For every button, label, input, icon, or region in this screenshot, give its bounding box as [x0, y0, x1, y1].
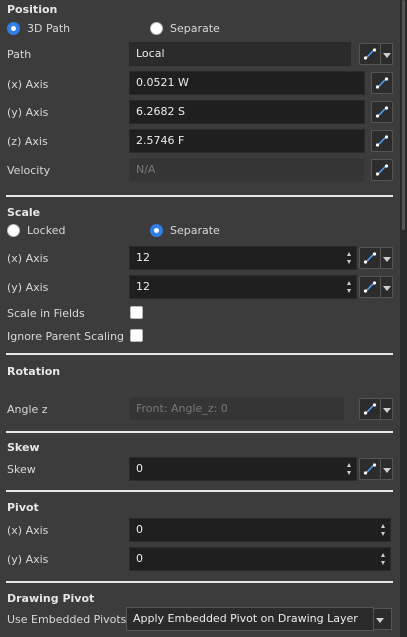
position-x-function-button[interactable]: [371, 72, 393, 94]
pivot-y-value: 0: [136, 552, 143, 565]
scale-x-value: 12: [136, 251, 150, 264]
scale-x-label: (x) Axis: [7, 252, 49, 265]
scale-y-value: 12: [136, 280, 150, 293]
function-curve-icon: [363, 252, 377, 264]
pivot-x-input[interactable]: 0: [129, 518, 391, 542]
rotation-header: Rotation: [7, 365, 61, 378]
scale-y-label: (y) Axis: [7, 281, 49, 294]
function-curve-icon: [375, 135, 389, 147]
scale-in-fields-label: Scale in Fields: [7, 307, 85, 320]
radio-scale-separate-label[interactable]: Separate: [170, 224, 220, 237]
skew-input[interactable]: 0: [129, 457, 357, 481]
path-function-dropdown[interactable]: [381, 43, 393, 65]
function-curve-icon: [363, 48, 377, 60]
use-embedded-pivots-label: Use Embedded Pivots: [7, 613, 127, 626]
angle-z-function-dropdown[interactable]: [381, 398, 393, 420]
position-y-input[interactable]: 6.2682 S: [129, 100, 365, 124]
chevron-down-icon[interactable]: [374, 608, 392, 630]
position-z-label: (z) Axis: [7, 135, 48, 148]
divider: [6, 195, 393, 197]
function-curve-icon: [363, 463, 377, 475]
scale-y-function-dropdown[interactable]: [381, 276, 393, 298]
function-curve-icon: [375, 164, 389, 176]
function-curve-icon: [375, 77, 389, 89]
function-curve-icon: [363, 281, 377, 293]
radio-3d-path-label[interactable]: 3D Path: [27, 22, 70, 35]
velocity-input: N/A: [129, 158, 365, 182]
path-dropdown[interactable]: Local: [129, 42, 351, 66]
skew-function-dropdown[interactable]: [381, 458, 393, 480]
angle-z-input: Front: Angle_z: 0: [129, 397, 345, 421]
angle-z-function-button[interactable]: [359, 398, 381, 420]
divider: [6, 581, 393, 583]
position-y-function-button[interactable]: [371, 101, 393, 123]
path-function-button[interactable]: [359, 43, 381, 65]
divider: [6, 353, 393, 355]
scale-x-function-button[interactable]: [359, 247, 381, 269]
ignore-parent-scaling-label: Ignore Parent Scaling: [7, 330, 125, 343]
skew-function-button[interactable]: [359, 458, 381, 480]
velocity-function-button[interactable]: [371, 159, 393, 181]
function-curve-icon: [363, 403, 377, 415]
drawing-pivot-header: Drawing Pivot: [7, 592, 95, 605]
divider: [6, 431, 393, 433]
radio-scale-locked[interactable]: [7, 224, 20, 237]
radio-scale-locked-label[interactable]: Locked: [27, 224, 65, 237]
radio-position-separate-label[interactable]: Separate: [170, 22, 220, 35]
pivot-header: Pivot: [7, 501, 39, 514]
pivot-y-input[interactable]: 0: [129, 547, 391, 571]
scale-x-input[interactable]: 12: [129, 246, 357, 270]
radio-position-separate[interactable]: [150, 22, 163, 35]
spin-arrows-icon[interactable]: [347, 463, 352, 475]
position-y-label: (y) Axis: [7, 106, 49, 119]
position-z-input[interactable]: 2.5746 F: [129, 129, 365, 153]
scale-y-function-button[interactable]: [359, 276, 381, 298]
ignore-parent-scaling-checkbox[interactable]: [130, 329, 143, 342]
position-x-label: (x) Axis: [7, 78, 49, 91]
skew-label: Skew: [7, 463, 36, 476]
position-x-input[interactable]: 0.0521 W: [129, 71, 365, 95]
embedded-pivots-dropdown[interactable]: Apply Embedded Pivot on Drawing Layer: [126, 607, 374, 631]
skew-header: Skew: [7, 441, 40, 454]
scale-header: Scale: [7, 206, 41, 219]
divider: [6, 490, 393, 492]
scale-y-input[interactable]: 12: [129, 275, 357, 299]
panel-scrollbar[interactable]: [400, 0, 407, 637]
position-z-function-button[interactable]: [371, 130, 393, 152]
scale-x-function-dropdown[interactable]: [381, 247, 393, 269]
pivot-x-label: (x) Axis: [7, 524, 49, 537]
spin-arrows-icon[interactable]: [381, 553, 386, 565]
radio-scale-separate[interactable]: [150, 224, 163, 237]
radio-3d-path[interactable]: [7, 22, 20, 35]
velocity-label: Velocity: [7, 164, 51, 177]
angle-z-label: Angle z: [7, 403, 48, 416]
position-header: Position: [7, 3, 58, 16]
pivot-x-value: 0: [136, 523, 143, 536]
function-curve-icon: [375, 106, 389, 118]
scale-in-fields-checkbox[interactable]: [130, 306, 143, 319]
spin-arrows-icon[interactable]: [347, 252, 352, 264]
pivot-y-label: (y) Axis: [7, 553, 49, 566]
skew-value: 0: [136, 462, 143, 475]
spin-arrows-icon[interactable]: [381, 524, 386, 536]
path-label: Path: [7, 48, 32, 61]
spin-arrows-icon[interactable]: [347, 281, 352, 293]
